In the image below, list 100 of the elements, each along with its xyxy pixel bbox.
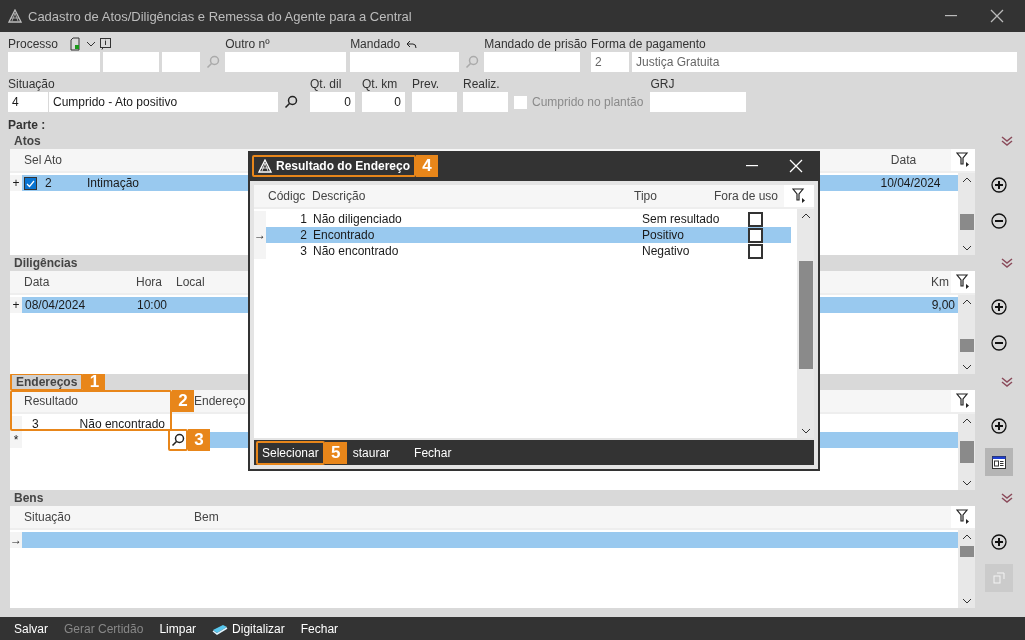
scrollbar[interactable] bbox=[958, 173, 975, 255]
table-cell[interactable]: Sem resultado bbox=[639, 211, 719, 227]
step-badge: 5 bbox=[324, 441, 347, 464]
caret-icon[interactable] bbox=[86, 41, 97, 47]
column-header[interactable]: Sel bbox=[22, 153, 44, 167]
filter-icon[interactable] bbox=[956, 509, 970, 525]
toolbar-button[interactable]: Salvar bbox=[14, 621, 48, 636]
column-header[interactable]: Códigc bbox=[266, 189, 308, 203]
filter-icon[interactable] bbox=[956, 152, 970, 168]
scroll-thumb[interactable] bbox=[798, 260, 813, 370]
input-field[interactable] bbox=[650, 92, 747, 112]
toolbar-button[interactable]: Limpar bbox=[159, 621, 197, 636]
field-label: Mandado bbox=[350, 36, 401, 52]
scroll-thumb[interactable] bbox=[959, 545, 974, 558]
input-field[interactable] bbox=[8, 52, 100, 72]
scroll-up-icon[interactable] bbox=[961, 534, 972, 540]
filter-icon[interactable] bbox=[956, 274, 970, 290]
input-field[interactable]: Justiça Gratuita bbox=[632, 52, 1017, 72]
scroll-thumb[interactable] bbox=[959, 214, 974, 230]
column-header[interactable]: Endereço bbox=[192, 394, 248, 408]
collapse-chevron-icon[interactable] bbox=[1001, 257, 1013, 269]
checkbox[interactable] bbox=[747, 211, 763, 227]
checkbox[interactable] bbox=[747, 227, 763, 243]
column-header[interactable]: Resultado bbox=[22, 394, 81, 408]
input-field[interactable] bbox=[463, 92, 508, 112]
collapse-chevron-icon[interactable] bbox=[1001, 135, 1013, 147]
scroll-down-icon[interactable] bbox=[961, 364, 972, 370]
input-field[interactable]: 4 bbox=[8, 92, 48, 112]
scroll-up-icon[interactable] bbox=[961, 299, 972, 305]
field-label: Realiz. bbox=[463, 76, 501, 92]
scroll-up-icon[interactable] bbox=[800, 213, 811, 219]
form-button[interactable] bbox=[985, 448, 1013, 476]
column-header[interactable]: Local bbox=[174, 275, 207, 289]
scroll-down-icon[interactable] bbox=[961, 245, 972, 251]
scroll-thumb[interactable] bbox=[959, 440, 974, 464]
filter-icon[interactable] bbox=[792, 188, 806, 204]
undo-icon[interactable] bbox=[406, 39, 418, 49]
collapse-chevron-icon[interactable] bbox=[1001, 376, 1013, 388]
field-label: Forma de pagamento bbox=[591, 36, 707, 52]
toolbar-button[interactable]: Fechar bbox=[300, 621, 339, 636]
minimize-icon[interactable] bbox=[746, 165, 758, 167]
input-field[interactable] bbox=[350, 52, 460, 72]
table-cell[interactable]: Encontrado bbox=[310, 227, 639, 243]
input-field[interactable]: 2 bbox=[591, 52, 629, 72]
table-cell: 9,00 bbox=[898, 297, 958, 313]
column-header[interactable]: Situação bbox=[22, 510, 73, 524]
table-cell: 2 bbox=[42, 175, 84, 191]
info-icon[interactable] bbox=[100, 38, 112, 50]
column-header[interactable]: Fora de uso bbox=[712, 189, 781, 203]
add-icon bbox=[991, 418, 1007, 434]
table-cell[interactable]: Não diligenciado bbox=[310, 211, 639, 227]
row-checkbox[interactable] bbox=[24, 177, 37, 191]
minimize-icon[interactable] bbox=[945, 15, 957, 17]
row-marker: → bbox=[254, 227, 266, 243]
table-cell[interactable]: Negativo bbox=[639, 243, 719, 259]
input-field[interactable]: Cumprido - Ato positivo bbox=[49, 92, 278, 112]
column-header[interactable]: Bem bbox=[192, 510, 221, 524]
scrollbar[interactable] bbox=[958, 530, 975, 608]
scroll-down-icon[interactable] bbox=[961, 480, 972, 486]
scroll-down-icon[interactable] bbox=[961, 598, 972, 604]
row-marker: + bbox=[10, 297, 22, 313]
column-header[interactable]: Km bbox=[929, 275, 951, 289]
close-icon[interactable] bbox=[990, 9, 1004, 23]
input-field[interactable] bbox=[162, 52, 200, 72]
form-window-icon bbox=[992, 455, 1006, 469]
column-header[interactable]: Descrição bbox=[310, 189, 368, 203]
table-cell[interactable]: Não encontrado bbox=[310, 243, 639, 259]
scrollbar[interactable] bbox=[797, 209, 814, 438]
filter-icon[interactable] bbox=[956, 393, 970, 409]
column-header[interactable]: Ato bbox=[42, 153, 64, 167]
toolbar-button[interactable]: Digitalizar bbox=[212, 621, 285, 636]
input-field[interactable] bbox=[103, 52, 159, 72]
scroll-down-icon[interactable] bbox=[800, 428, 811, 434]
section-title: Atos bbox=[13, 134, 42, 148]
input-field[interactable] bbox=[225, 52, 347, 72]
input-field[interactable] bbox=[412, 92, 457, 112]
pyramid-logo-icon bbox=[258, 159, 272, 173]
checkbox[interactable] bbox=[747, 243, 763, 259]
column-header[interactable]: Data bbox=[888, 153, 919, 167]
scrollbar[interactable] bbox=[958, 414, 975, 490]
column-header[interactable]: Hora bbox=[134, 275, 164, 289]
input-field[interactable]: 0 bbox=[310, 92, 355, 112]
scrollbar[interactable] bbox=[958, 295, 975, 374]
table-cell: 10/04/2024 bbox=[863, 175, 958, 191]
collapse-chevron-icon[interactable] bbox=[1001, 492, 1013, 504]
remove-icon bbox=[991, 213, 1007, 229]
column-header[interactable]: Data bbox=[22, 275, 52, 289]
table-cell[interactable]: 3 bbox=[266, 243, 310, 259]
table-cell[interactable]: Positivo bbox=[639, 227, 719, 243]
document-icon[interactable] bbox=[70, 37, 83, 51]
add-icon bbox=[991, 299, 1007, 315]
table-cell[interactable]: 1 bbox=[266, 211, 310, 227]
scroll-up-icon[interactable] bbox=[961, 177, 972, 183]
table-cell[interactable]: 2 bbox=[266, 227, 310, 243]
column-header[interactable]: Tipo bbox=[632, 189, 659, 203]
scroll-up-icon[interactable] bbox=[961, 418, 972, 424]
input-field[interactable] bbox=[484, 52, 581, 72]
scroll-thumb[interactable] bbox=[959, 339, 974, 353]
row-marker: → bbox=[10, 532, 22, 548]
input-field[interactable]: 0 bbox=[362, 92, 405, 112]
